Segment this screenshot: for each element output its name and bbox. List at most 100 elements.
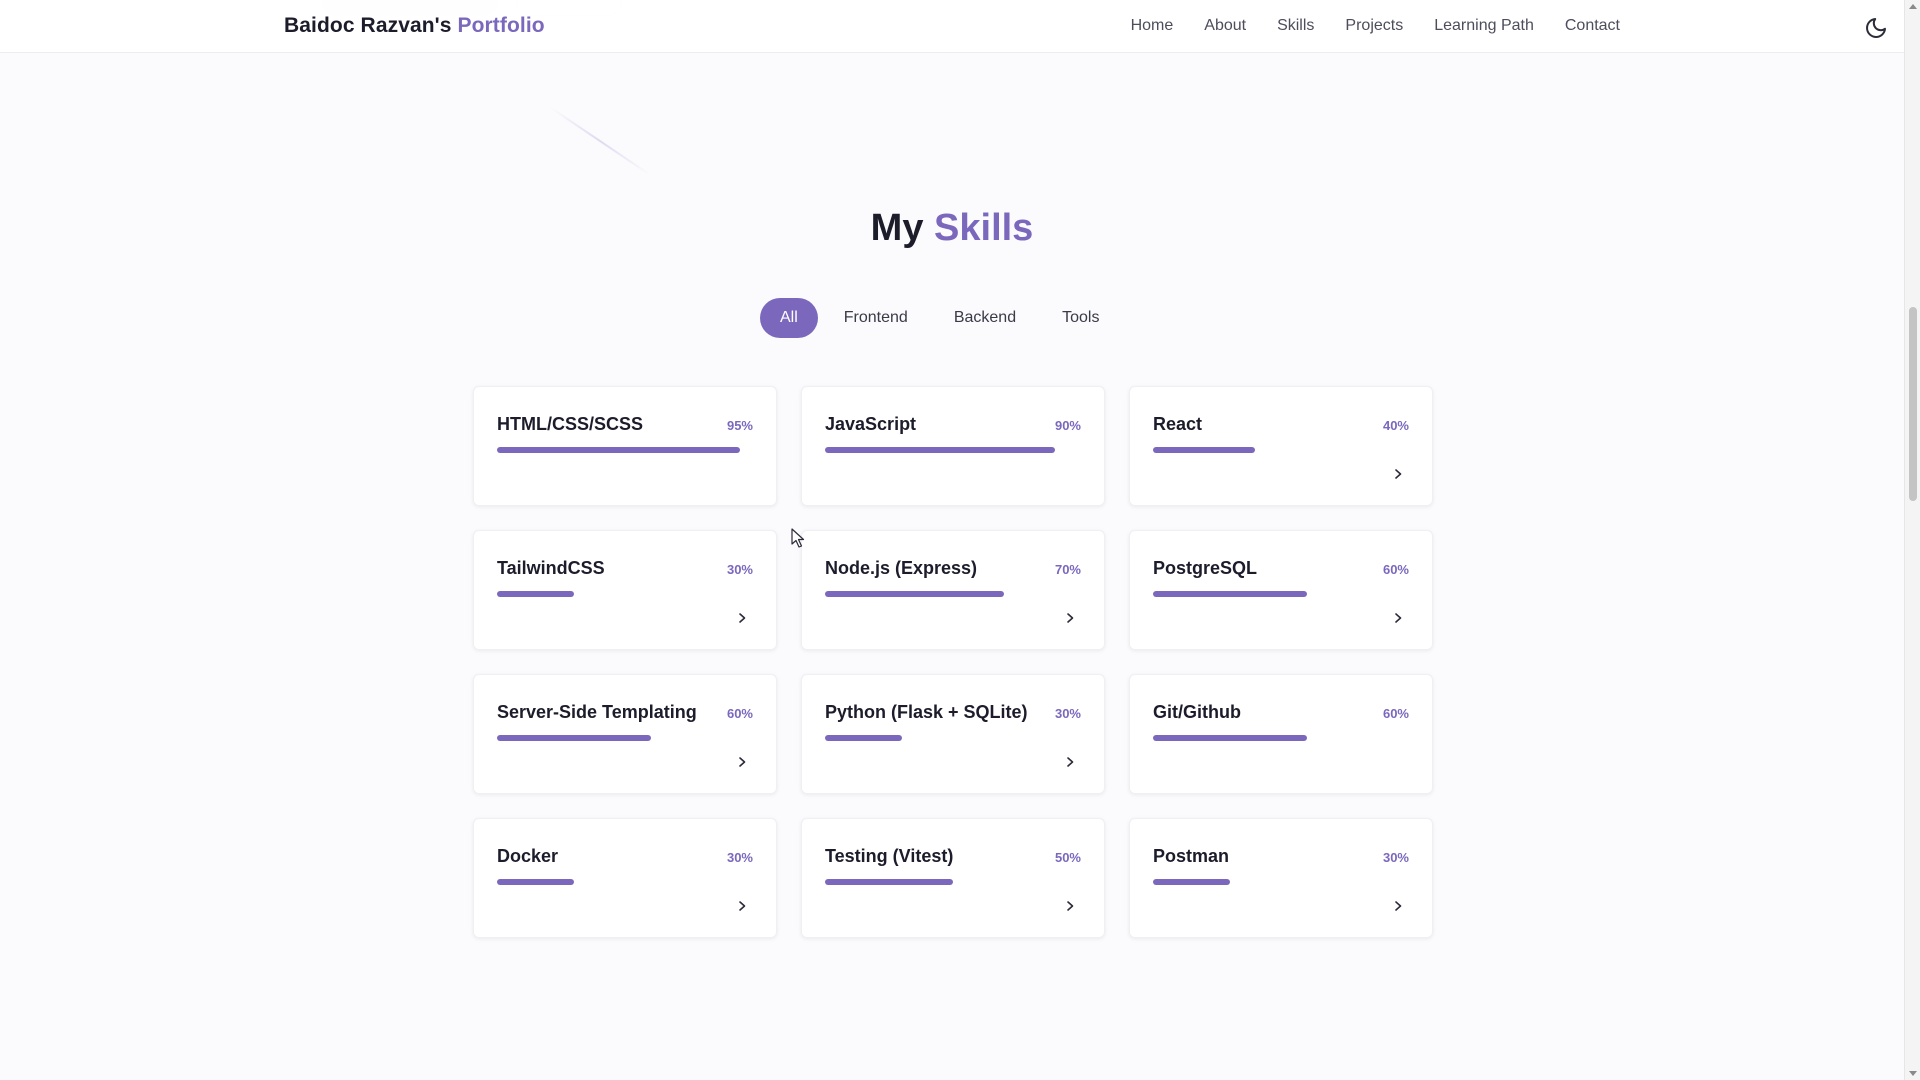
skill-percent: 70% [1054,562,1081,577]
skill-card: Git/Github 60% [1129,674,1433,794]
brand-name: Baidoc Razvan's [284,14,452,37]
skill-name: PostgreSQL [1153,558,1258,578]
skill-percent: 30% [1382,850,1409,865]
skill-name: React [1153,414,1203,434]
skill-progress-track [825,879,1081,885]
skill-card[interactable]: Docker 30% [473,818,777,938]
filter-all[interactable]: All [760,298,818,338]
skill-name: Python (Flask + SQLite) [825,702,1028,722]
skill-progress-fill [825,735,902,741]
skill-progress-track [825,447,1081,453]
filter-tools[interactable]: Tools [1042,298,1119,338]
scroll-thumb[interactable] [1909,307,1917,501]
skill-progress-track [1153,591,1409,597]
filter-backend[interactable]: Backend [934,298,1036,338]
nav-item: Projects [1345,17,1403,35]
skill-name: HTML/CSS/SCSS [497,414,644,434]
skill-name: Server-Side Templating [497,702,697,722]
chevron-right-icon[interactable] [1392,899,1404,913]
skill-name: Docker [497,846,559,866]
skill-progress-fill [825,591,1005,597]
scroll-up-arrow-icon[interactable] [1909,4,1917,9]
skill-progress-track [497,735,753,741]
brand-logo[interactable]: Baidoc Razvan's Portfolio [284,14,545,38]
nav-link-contact[interactable]: Contact [1565,17,1620,34]
skill-percent: 60% [1382,706,1409,721]
skill-card[interactable]: Server-Side Templating 60% [473,674,777,794]
scroll-down-arrow-icon[interactable] [1909,1071,1917,1076]
skill-name: Postman [1153,846,1230,866]
nav-item: Learning Path [1434,17,1534,35]
skill-progress-fill [497,879,574,885]
chevron-right-icon[interactable] [1064,899,1076,913]
skill-percent: 95% [726,418,753,433]
skills-grid: HTML/CSS/SCSS 95% JavaScript 90% React 40% Tai… [473,386,1433,938]
chevron-right-icon[interactable] [736,755,748,769]
skill-card[interactable]: Node.js (Express) 70% [801,530,1105,650]
nav-item: Skills [1277,17,1314,35]
chevron-right-icon[interactable] [1064,755,1076,769]
skill-progress-fill [497,735,651,741]
skill-card[interactable]: PostgreSQL 60% [1129,530,1433,650]
section-title: My Skills [0,207,1904,250]
nav-links: Home About Skills Projects Learning Path… [1131,17,1620,35]
skill-percent: 50% [1054,850,1081,865]
theme-toggle-button[interactable] [1864,16,1888,40]
skill-progress-fill [1153,447,1256,453]
skill-progress-fill [497,591,574,597]
nav-link-projects[interactable]: Projects [1345,17,1403,34]
skill-name: TailwindCSS [497,558,605,578]
skill-name: Git/Github [1153,702,1241,722]
skill-card: HTML/CSS/SCSS 95% [473,386,777,506]
skill-percent: 30% [726,562,753,577]
skill-progress-fill [1153,879,1230,885]
skill-percent: 30% [1054,706,1081,721]
skill-name: Node.js (Express) [825,558,978,578]
brand-accent: Portfolio [457,14,545,37]
navbar: Baidoc Razvan's Portfolio Home About Ski… [0,0,1904,53]
nav-link-home[interactable]: Home [1131,17,1174,34]
chevron-right-icon[interactable] [736,611,748,625]
skill-percent: 30% [726,850,753,865]
skill-progress-track [1153,879,1409,885]
skill-progress-track [825,735,1081,741]
nav-link-about[interactable]: About [1204,17,1246,34]
chevron-right-icon[interactable] [1392,467,1404,481]
skill-progress-fill [825,879,953,885]
skill-progress-track [1153,447,1409,453]
skill-card: JavaScript 90% [801,386,1105,506]
skill-card[interactable]: Postman 30% [1129,818,1433,938]
section-title-accent: Skills [934,207,1034,249]
section-title-main: My [870,207,924,249]
moon-icon [1866,18,1886,38]
skill-progress-fill [497,447,741,453]
skill-name: JavaScript [825,414,917,434]
scrollbar[interactable] [1904,0,1920,1080]
skill-progress-fill [1153,735,1307,741]
skill-card[interactable]: Python (Flask + SQLite) 30% [801,674,1105,794]
skill-percent: 60% [726,706,753,721]
nav-item: Home [1131,17,1174,35]
nav-item: Contact [1565,17,1620,35]
chevron-right-icon[interactable] [736,899,748,913]
skill-progress-track [825,591,1081,597]
skill-percent: 40% [1382,418,1409,433]
skill-card[interactable]: TailwindCSS 30% [473,530,777,650]
nav-link-skills[interactable]: Skills [1277,17,1314,34]
skill-progress-track [497,591,753,597]
decorative-streak [549,106,651,176]
filter-frontend[interactable]: Frontend [824,298,928,338]
skill-card[interactable]: Testing (Vitest) 50% [801,818,1105,938]
nav-item: About [1204,17,1246,35]
skill-filters: All Frontend Backend Tools [760,298,1119,338]
skill-percent: 60% [1382,562,1409,577]
chevron-right-icon[interactable] [1064,611,1076,625]
skill-name: Testing (Vitest) [825,846,954,866]
skill-progress-track [497,879,753,885]
skill-card[interactable]: React 40% [1129,386,1433,506]
chevron-right-icon[interactable] [1392,611,1404,625]
nav-link-learning-path[interactable]: Learning Path [1434,17,1534,34]
skill-progress-track [497,447,753,453]
mouse-cursor-icon [791,528,805,548]
skill-progress-track [1153,735,1409,741]
